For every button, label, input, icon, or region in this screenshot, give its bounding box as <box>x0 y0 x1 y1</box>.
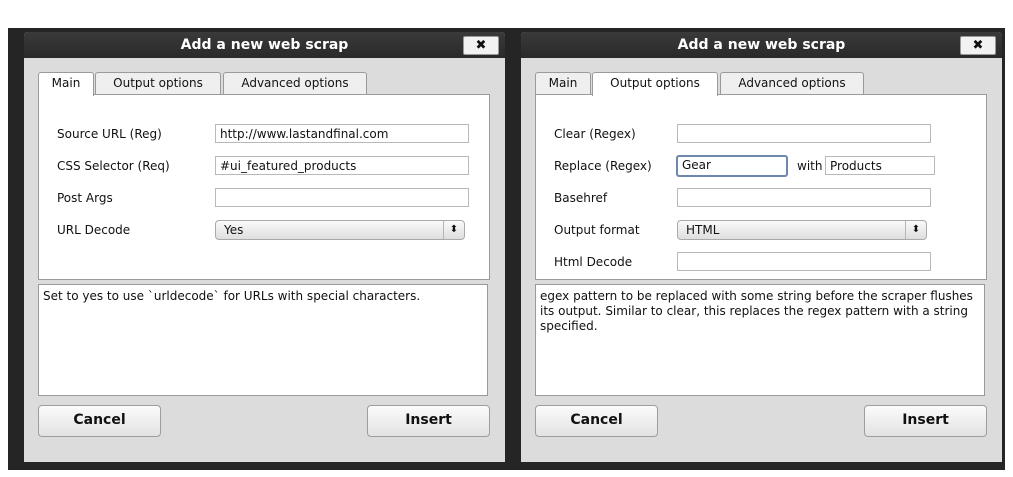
tab-main[interactable]: Main <box>38 72 94 96</box>
help-text-box: egex pattern to be replaced with some st… <box>535 284 985 396</box>
source-url-label: Source URL (Reg) <box>57 127 162 141</box>
tab-output-options[interactable]: Output options <box>95 72 221 94</box>
help-text-box: Set to yes to use `urldecode` for URLs w… <box>38 284 488 396</box>
insert-button[interactable]: Insert <box>864 405 987 437</box>
output-format-label: Output format <box>554 223 640 237</box>
html-decode-input[interactable] <box>677 252 931 271</box>
help-text: egex pattern to be replaced with some st… <box>540 289 973 333</box>
replace-regex-label: Replace (Regex) <box>554 159 652 173</box>
with-label: with <box>797 159 823 173</box>
add-web-scrap-dialog-main: Add a new web scrap ✖ Main Output option… <box>24 32 505 462</box>
clear-regex-input[interactable] <box>677 124 931 143</box>
cancel-button[interactable]: Cancel <box>38 405 161 437</box>
replace-regex-input[interactable]: Gear <box>676 155 788 177</box>
css-selector-label: CSS Selector (Req) <box>57 159 170 173</box>
basehref-input[interactable] <box>677 188 931 207</box>
output-format-value: HTML <box>686 223 720 237</box>
url-decode-value: Yes <box>224 223 244 237</box>
output-format-select[interactable]: HTML ⬍ <box>677 220 927 240</box>
select-arrow-icon: ⬍ <box>443 221 464 239</box>
dialog-titlebar: Add a new web scrap ✖ <box>24 32 505 58</box>
tab-advanced-options[interactable]: Advanced options <box>720 72 864 94</box>
source-url-value: http://www.lastandfinal.com <box>220 127 389 141</box>
insert-button[interactable]: Insert <box>367 405 490 437</box>
dialog-title: Add a new web scrap <box>677 37 846 53</box>
replace-regex-value: Gear <box>682 158 711 172</box>
main-tab-panel: Source URL (Reg) http://www.lastandfinal… <box>38 94 490 280</box>
dialog-titlebar: Add a new web scrap ✖ <box>521 32 1002 58</box>
with-input[interactable]: Products <box>825 156 935 175</box>
url-decode-select[interactable]: Yes ⬍ <box>215 220 465 240</box>
html-decode-label: Html Decode <box>554 255 633 269</box>
url-decode-label: URL Decode <box>57 223 131 237</box>
clear-regex-label: Clear (Regex) <box>554 127 636 141</box>
with-value: Products <box>830 159 882 173</box>
close-button[interactable]: ✖ <box>960 36 996 55</box>
tab-output-options[interactable]: Output options <box>592 72 718 96</box>
source-url-input[interactable]: http://www.lastandfinal.com <box>215 124 469 143</box>
tab-advanced-options[interactable]: Advanced options <box>223 72 367 94</box>
help-text: Set to yes to use `urldecode` for URLs w… <box>43 289 421 303</box>
css-selector-value: #ui_featured_products <box>220 159 357 173</box>
cancel-button[interactable]: Cancel <box>535 405 658 437</box>
close-button[interactable]: ✖ <box>463 36 499 55</box>
css-selector-input[interactable]: #ui_featured_products <box>215 156 469 175</box>
add-web-scrap-dialog-output: Add a new web scrap ✖ Main Output option… <box>521 32 1002 462</box>
basehref-label: Basehref <box>554 191 608 205</box>
post-args-label: Post Args <box>57 191 113 205</box>
dialog-title: Add a new web scrap <box>180 37 349 53</box>
tab-main[interactable]: Main <box>535 72 591 94</box>
select-arrow-icon: ⬍ <box>905 221 926 239</box>
post-args-input[interactable] <box>215 188 469 207</box>
output-options-tab-panel: Clear (Regex) Replace (Regex) Gear with … <box>535 94 987 280</box>
